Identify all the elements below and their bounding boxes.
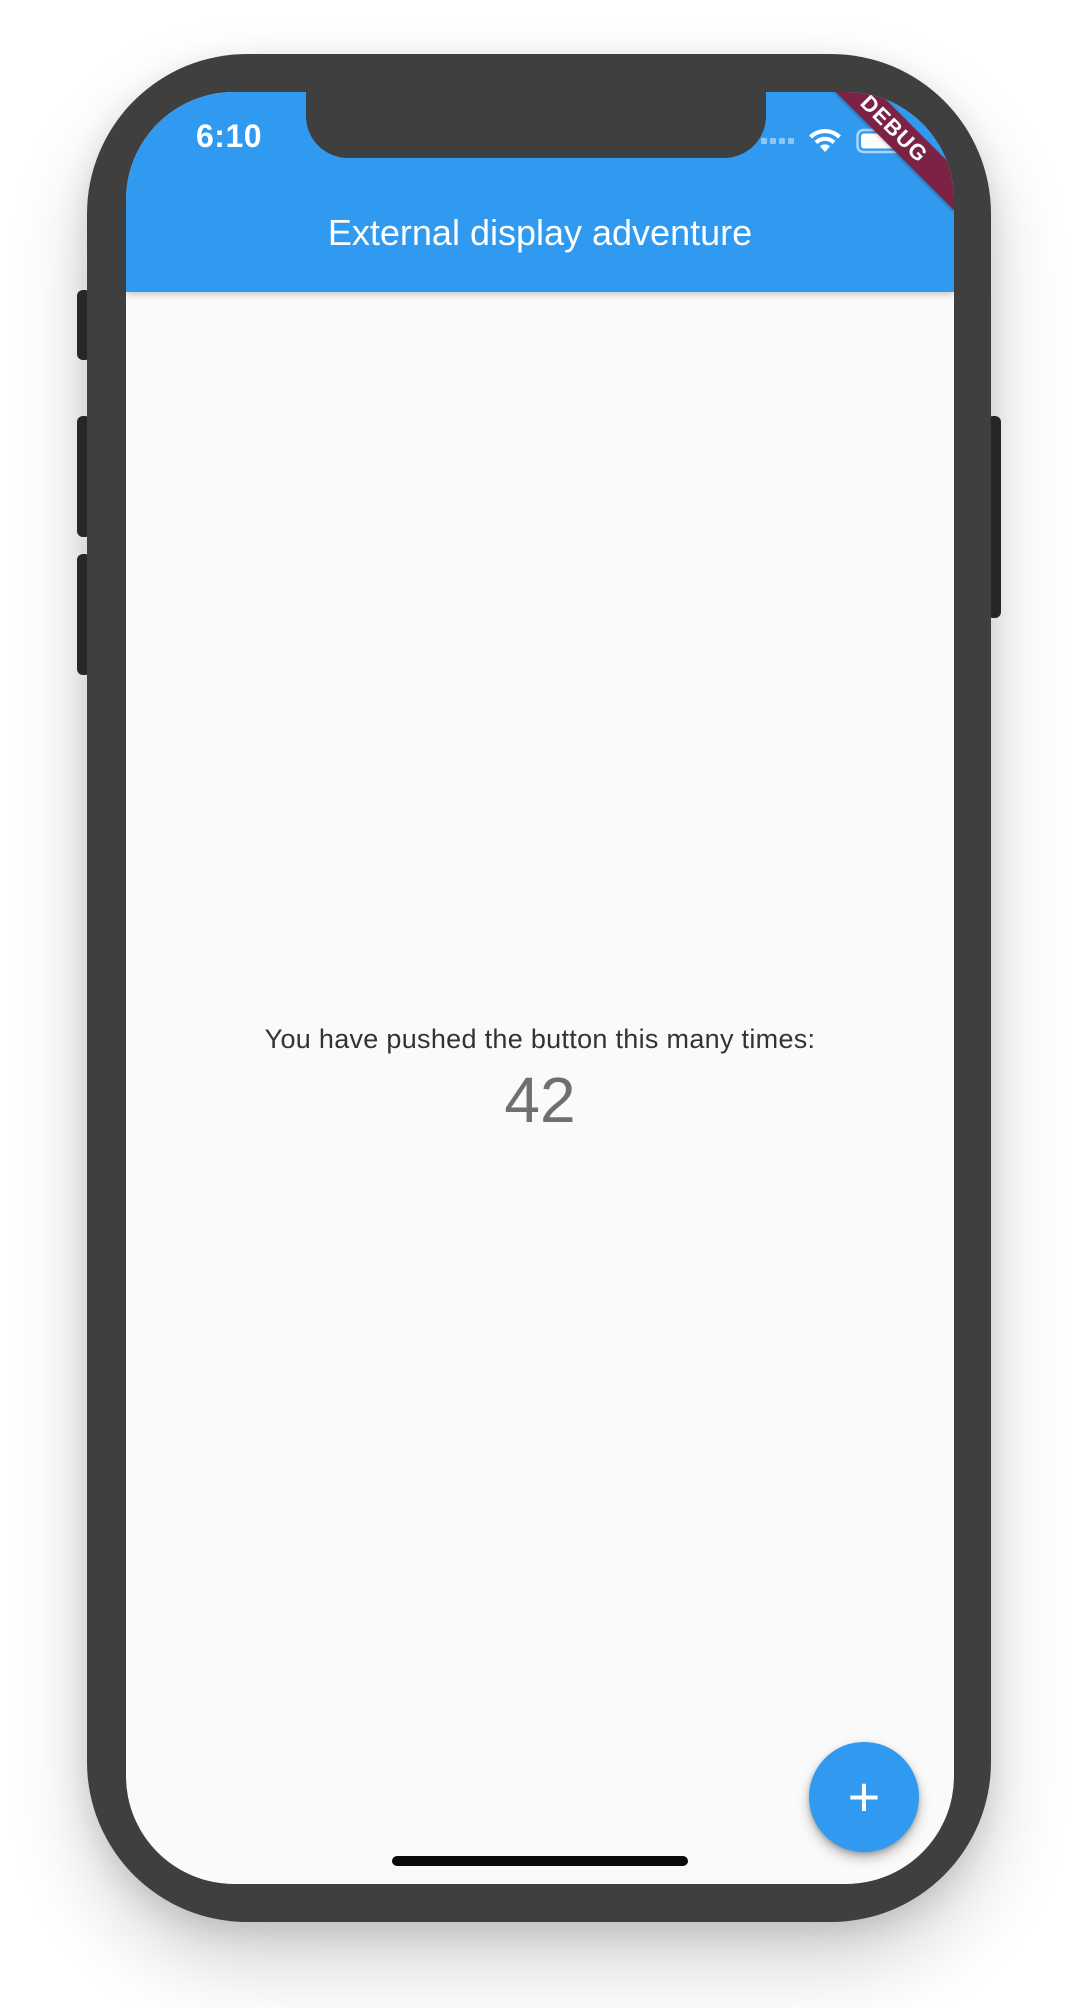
home-indicator[interactable] (392, 1856, 688, 1866)
plus-icon: + (847, 1765, 881, 1828)
counter-value: 42 (504, 1064, 576, 1136)
increment-fab-button[interactable]: + (809, 1742, 919, 1852)
cellular-signal-icon (761, 138, 794, 144)
status-bar-time: 6:10 (196, 118, 263, 154)
main-content: You have pushed the button this many tim… (126, 292, 954, 1884)
app-bar-title: External display adventure (327, 212, 753, 253)
counter-label: You have pushed the button this many tim… (264, 1024, 816, 1054)
app-bar: 6:10 External display adventure DEBUG (126, 92, 954, 292)
counter-section: You have pushed the button this many tim… (126, 1024, 954, 1137)
phone-screen: 6:10 External display adventure DEBUG Yo… (126, 92, 954, 1884)
wifi-icon (808, 128, 842, 154)
device-notch (306, 92, 766, 158)
